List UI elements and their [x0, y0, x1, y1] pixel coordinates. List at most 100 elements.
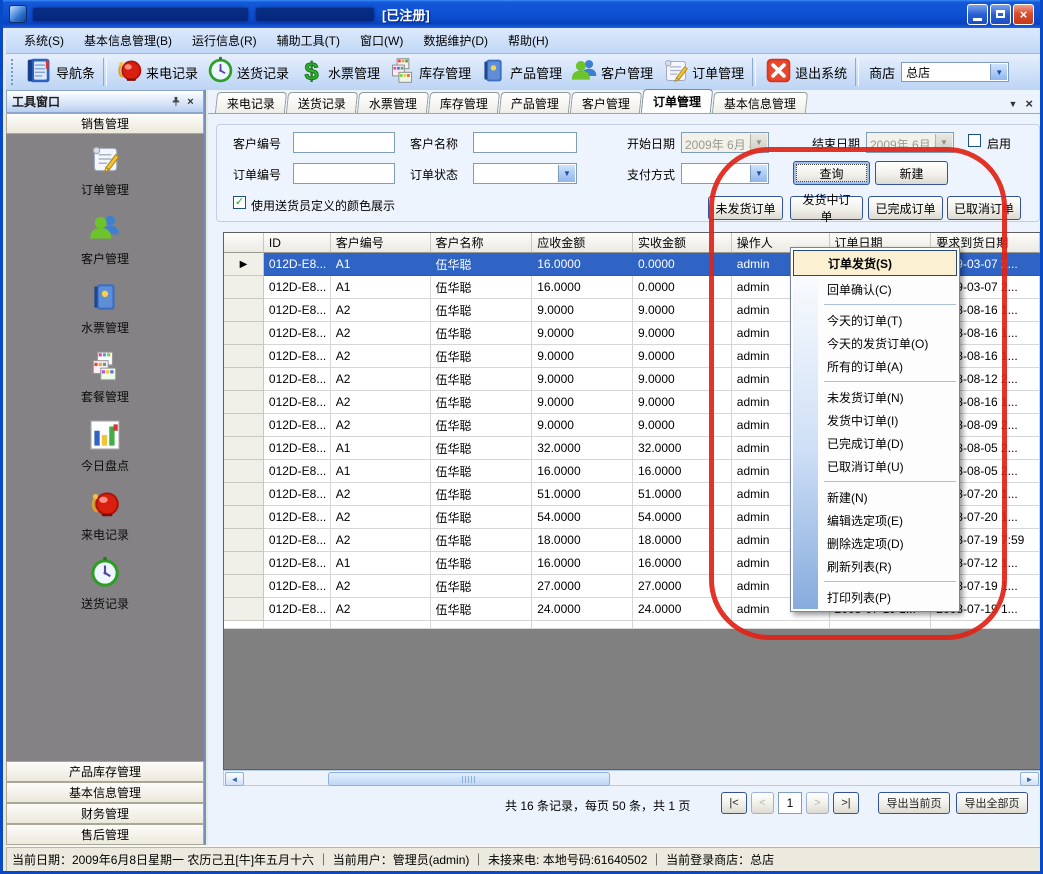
context-menu-item[interactable]: 所有的订单(A)	[791, 355, 959, 378]
column-header[interactable]: 应收金额	[532, 233, 633, 253]
export-all-pages-button[interactable]: 导出全部页	[956, 792, 1028, 814]
row-selector-cell[interactable]	[224, 575, 264, 598]
customer-no-input[interactable]	[293, 132, 395, 153]
row-selector-cell[interactable]	[224, 506, 264, 529]
enable-checkbox[interactable]	[968, 134, 981, 147]
toolbar-grip[interactable]	[11, 59, 18, 85]
new-button[interactable]: 新建	[875, 161, 948, 185]
tab-订单管理[interactable]: 订单管理	[641, 89, 714, 113]
row-selector-cell[interactable]	[224, 437, 264, 460]
tab-送货记录[interactable]: 送货记录	[286, 92, 358, 113]
context-menu-item[interactable]: 已完成订单(D)	[791, 432, 959, 455]
status-filter-button-1[interactable]: 未发货订单	[708, 196, 783, 220]
context-menu-item[interactable]: 删除选定项(D)	[791, 532, 959, 555]
row-selector-cell[interactable]	[224, 460, 264, 483]
row-selector-cell[interactable]	[224, 552, 264, 575]
sidebar-group-button[interactable]: 产品库存管理	[6, 761, 204, 782]
tab-库存管理[interactable]: 库存管理	[428, 92, 500, 113]
row-selector-cell[interactable]	[224, 529, 264, 552]
toolbar-button-exit[interactable]: 退出系统	[760, 55, 851, 89]
store-combobox[interactable]: 总店▼	[901, 62, 1009, 82]
column-header[interactable]: ID	[264, 233, 331, 253]
menubar-item[interactable]: 基本信息管理(B)	[74, 29, 182, 52]
context-menu-item[interactable]: 新建(N)	[791, 486, 959, 509]
chevron-down-icon[interactable]: ▼	[990, 64, 1007, 80]
sidebar-item-ticket-book[interactable]: 水票管理	[81, 280, 129, 336]
chevron-down-icon[interactable]: ▼	[558, 165, 575, 182]
tab-list-dropdown-icon[interactable]: ▼	[1008, 99, 1017, 109]
minimize-button[interactable]	[967, 4, 988, 25]
next-page-button[interactable]: >	[806, 792, 829, 814]
toolbar-button-call-bell[interactable]: 来电记录	[111, 55, 202, 89]
column-header[interactable]: 实收金额	[633, 233, 732, 253]
last-page-button[interactable]: >|	[833, 792, 859, 814]
menubar-item[interactable]: 帮助(H)	[498, 29, 559, 52]
sidebar-item-call-bell[interactable]: 来电记录	[81, 487, 129, 543]
menubar-item[interactable]: 系统(S)	[14, 29, 74, 52]
sidebar-group-button[interactable]: 财务管理	[6, 803, 204, 824]
row-selector-cell[interactable]	[224, 322, 264, 345]
horizontal-scrollbar[interactable]: ◄ ►	[223, 770, 1041, 786]
status-filter-button-4[interactable]: 已取消订单	[947, 196, 1021, 220]
maximize-button[interactable]	[990, 4, 1011, 25]
tab-close-icon[interactable]: ×	[1025, 99, 1033, 109]
chevron-down-icon[interactable]: ▼	[750, 134, 767, 151]
order-no-input[interactable]	[293, 163, 395, 184]
sidebar-item-customer[interactable]: 客户管理	[81, 211, 129, 267]
tab-客户管理[interactable]: 客户管理	[570, 92, 642, 113]
chevron-down-icon[interactable]: ▼	[750, 165, 767, 182]
context-menu-item[interactable]: 回单确认(C)	[791, 278, 959, 301]
status-filter-button-3[interactable]: 已完成订单	[868, 196, 943, 220]
toolbar-button-order-scroll[interactable]: 订单管理	[657, 55, 748, 89]
sidebar-item-clock[interactable]: 送货记录	[81, 556, 129, 612]
row-selector-cell[interactable]	[224, 368, 264, 391]
context-menu-item[interactable]: 发货中订单(I)	[791, 409, 959, 432]
context-menu-item[interactable]: 打印列表(P)	[791, 586, 959, 609]
context-menu-item[interactable]: 编辑选定项(E)	[791, 509, 959, 532]
toolbar-button-customer[interactable]: 客户管理	[566, 55, 657, 89]
close-button[interactable]: ×	[1013, 4, 1034, 25]
tab-来电记录[interactable]: 来电记录	[215, 92, 287, 113]
tab-水票管理[interactable]: 水票管理	[357, 92, 429, 113]
payment-method-select[interactable]: ▼	[681, 163, 769, 184]
status-filter-button-2[interactable]: 发货中订单	[790, 196, 863, 220]
start-date-picker[interactable]: 2009年 6月 8日 ▼	[681, 132, 769, 153]
menubar-item[interactable]: 窗口(W)	[350, 29, 413, 52]
column-header[interactable]: 客户名称	[431, 233, 533, 253]
toolbar-button-product-book[interactable]: 产品管理	[475, 55, 566, 89]
sidebar-item-package-grid[interactable]: 套餐管理	[81, 349, 129, 405]
pin-icon[interactable]	[168, 94, 183, 109]
toolbar-button-navigator[interactable]: 导航条	[21, 55, 99, 89]
first-page-button[interactable]: |<	[721, 792, 747, 814]
row-selector-cell[interactable]	[224, 391, 264, 414]
menubar-item[interactable]: 数据维护(D)	[413, 29, 498, 52]
context-menu-item[interactable]: 已取消订单(U)	[791, 455, 959, 478]
context-menu-item[interactable]: 今天的订单(T)	[791, 309, 959, 332]
end-date-picker[interactable]: 2009年 6月 8日 ▼	[866, 132, 954, 153]
scroll-right-icon[interactable]: ►	[1020, 772, 1039, 786]
sidebar-group-sales[interactable]: 销售管理	[6, 113, 204, 134]
toolbar-button-inventory-grid[interactable]: 库存管理	[384, 55, 475, 89]
sidebar-group-button[interactable]: 售后管理	[6, 824, 204, 845]
prev-page-button[interactable]: <	[751, 792, 774, 814]
deliveryman-color-checkbox[interactable]: ✓	[233, 196, 246, 209]
page-number-input[interactable]	[778, 792, 802, 814]
menubar-item[interactable]: 运行信息(R)	[182, 29, 267, 52]
sidebar-item-order-scroll[interactable]: 订单管理	[81, 142, 129, 198]
toolbar-button-dollar[interactable]: $水票管理	[293, 55, 384, 89]
row-selector-cell[interactable]	[224, 598, 264, 621]
export-current-page-button[interactable]: 导出当前页	[878, 792, 950, 814]
chevron-down-icon[interactable]: ▼	[935, 134, 952, 151]
tool-window-close-icon[interactable]: ×	[183, 94, 198, 109]
toolbar-button-clock[interactable]: 送货记录	[202, 55, 293, 89]
row-selector-cell[interactable]: ▶	[224, 253, 264, 276]
context-menu-item[interactable]: 未发货订单(N)	[791, 386, 959, 409]
row-selector-cell[interactable]	[224, 299, 264, 322]
tab-基本信息管理[interactable]: 基本信息管理	[712, 92, 808, 113]
scrollbar-thumb[interactable]	[328, 772, 610, 786]
order-status-select[interactable]: ▼	[473, 163, 577, 184]
row-selector-cell[interactable]	[224, 345, 264, 368]
scroll-left-icon[interactable]: ◄	[225, 772, 244, 786]
menubar-item[interactable]: 辅助工具(T)	[267, 29, 350, 52]
row-selector-cell[interactable]	[224, 483, 264, 506]
